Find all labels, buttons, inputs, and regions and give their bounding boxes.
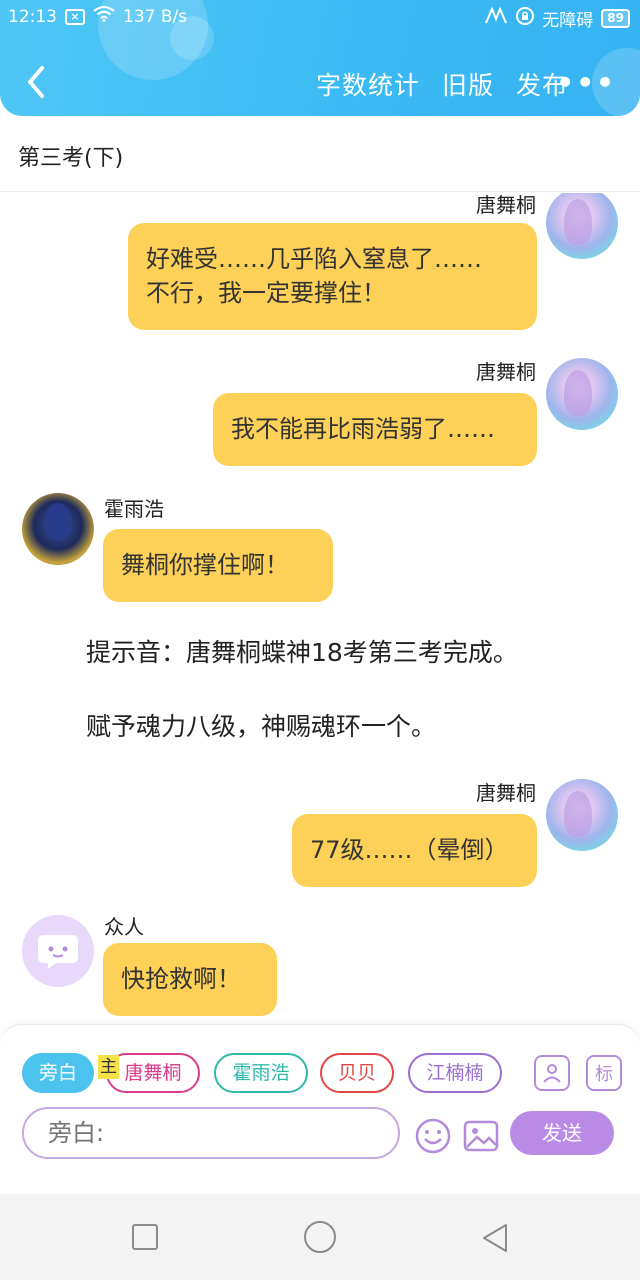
message-bubble[interactable]: 好难受……几乎陷入窒息了…… 不行，我一定要撑住！ [128,223,537,330]
battery-indicator: 89 [601,9,630,28]
speaker-name: 唐舞桐 [476,193,536,217]
back-arrow-icon[interactable] [22,64,52,100]
speaker-name: 霍雨浩 [104,497,164,521]
chat-message-left: 霍雨浩 舞桐你撑住啊！ [0,489,640,603]
chat-message-right: 唐舞桐 好难受……几乎陷入窒息了…… 不行，我一定要撑住！ [0,193,640,333]
speaker-name: 唐舞桐 [476,360,536,384]
chapter-title-bar: 第三考(下) [0,122,640,192]
chat-message-right: 唐舞桐 我不能再比雨浩弱了…… [0,356,640,468]
role-chip-jiang-nannan[interactable]: 江楠楠 [408,1053,502,1093]
character-manage-icon[interactable] [534,1055,570,1091]
message-bubble[interactable]: 77级……（晕倒） [292,814,537,887]
accessibility-label: 无障碍 [542,11,594,31]
back-triangle-icon[interactable] [480,1222,510,1258]
narration-text[interactable]: 赋予魂力八级，神赐魂环一个。 [86,707,436,743]
network-speed: 137 B/s [123,6,188,27]
status-bar: 12:13 × 137 B/s 无障碍 89 [0,0,640,34]
speaker-name: 唐舞桐 [476,781,536,805]
old-version-button[interactable]: 旧版 [442,66,494,102]
speaker-name: 众人 [104,915,144,939]
message-bubble[interactable]: 我不能再比雨浩弱了…… [213,393,537,466]
send-button[interactable]: 发送 [510,1111,614,1155]
chapter-title[interactable]: 第三考(下) [18,140,123,172]
message-input[interactable] [22,1107,400,1159]
avatar[interactable] [546,193,618,259]
panel-spacer [0,1160,640,1194]
home-icon[interactable] [304,1221,336,1253]
wifi-icon [93,6,115,27]
avatar[interactable] [22,493,94,565]
clock: 12:13 [8,6,57,27]
role-chip-narrator[interactable]: 旁白 [22,1053,94,1093]
message-bubble[interactable]: 舞桐你撑住啊！ [103,529,333,602]
main-character-tag: 主 [98,1055,119,1079]
label-tag-icon[interactable]: 标 [586,1055,622,1091]
input-panel: 旁白 唐舞桐 主 霍雨浩 贝贝 江楠楠 标 发送 [0,1024,640,1160]
role-chip-tang-wutong[interactable]: 唐舞桐 [106,1053,200,1093]
chat-area[interactable]: 唐舞桐 好难受……几乎陷入窒息了…… 不行，我一定要撑住！ 唐舞桐 我不能再比雨… [0,193,640,1025]
role-chip-beibei[interactable]: 贝贝 [320,1053,394,1093]
nfc-icon [484,6,508,30]
avatar[interactable] [22,915,94,987]
nav-bar: 字数统计 旧版 发布 ••• [0,52,640,112]
avatar[interactable] [546,358,618,430]
lock-icon [516,7,535,30]
more-options-icon[interactable]: ••• [556,66,616,99]
app-header: 12:13 × 137 B/s 无障碍 89 字数统计 旧版 发布 ••• [0,0,640,116]
message-bubble[interactable]: 快抢救啊！ [103,943,277,1016]
role-chip-huo-yuhao[interactable]: 霍雨浩 [214,1053,308,1093]
chat-message-left: 众人 快抢救啊！ [0,911,640,1025]
word-count-button[interactable]: 字数统计 [316,66,420,102]
avatar[interactable] [546,779,618,851]
system-nav-bar [0,1194,640,1280]
emoji-icon[interactable] [414,1117,452,1159]
chat-bubble-icon [38,935,78,969]
no-sim-icon: × [65,8,85,25]
recent-apps-icon[interactable] [132,1224,158,1250]
narration-text[interactable]: 提示音：唐舞桐蝶神18考第三考完成。 [86,633,518,669]
chat-message-right: 唐舞桐 77级……（晕倒） [0,777,640,889]
image-icon[interactable] [462,1117,500,1159]
